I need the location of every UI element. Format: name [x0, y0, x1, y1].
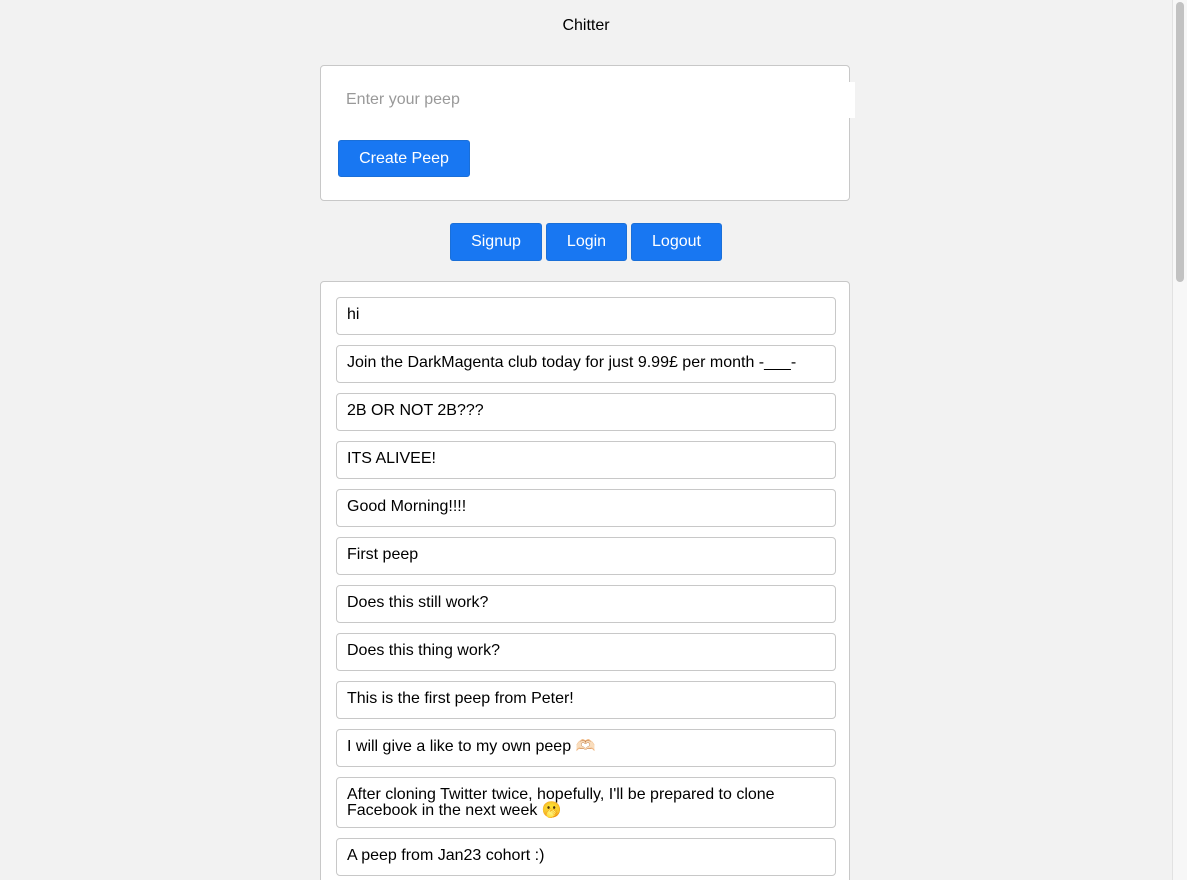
peep-item: Join the DarkMagenta club today for just…: [336, 345, 836, 383]
signup-button[interactable]: Signup: [450, 223, 542, 261]
peep-item: ITS ALIVEE!: [336, 441, 836, 479]
peep-feed: hi Join the DarkMagenta club today for j…: [320, 281, 850, 880]
peep-item: Does this thing work?: [336, 633, 836, 671]
vertical-scrollbar[interactable]: [1172, 0, 1187, 880]
create-peep-button[interactable]: Create Peep: [338, 140, 470, 177]
login-button[interactable]: Login: [546, 223, 627, 261]
chitter-page: Chitter Create Peep Signup Login Logout …: [0, 0, 1187, 880]
scrollbar-thumb[interactable]: [1176, 2, 1184, 282]
peep-item: This is the first peep from Peter!: [336, 681, 836, 719]
compose-card: Create Peep: [320, 65, 855, 201]
app-title: Chitter: [562, 17, 610, 34]
logout-button[interactable]: Logout: [631, 223, 722, 261]
peep-item: I will give a like to my own peep 🫶🏻: [336, 729, 836, 767]
peep-item: A peep from Jan23 cohort :): [336, 838, 836, 876]
peep-item: hi: [336, 297, 836, 335]
peep-item: Does this still work?: [336, 585, 836, 623]
peep-item: 2B OR NOT 2B???: [336, 393, 836, 431]
peep-list: hi Join the DarkMagenta club today for j…: [336, 297, 836, 880]
peep-item: First peep: [336, 537, 836, 575]
peep-item: Good Morning!!!!: [336, 489, 836, 527]
peep-item: After cloning Twitter twice, hopefully, …: [336, 777, 836, 828]
peep-input[interactable]: [331, 82, 855, 118]
